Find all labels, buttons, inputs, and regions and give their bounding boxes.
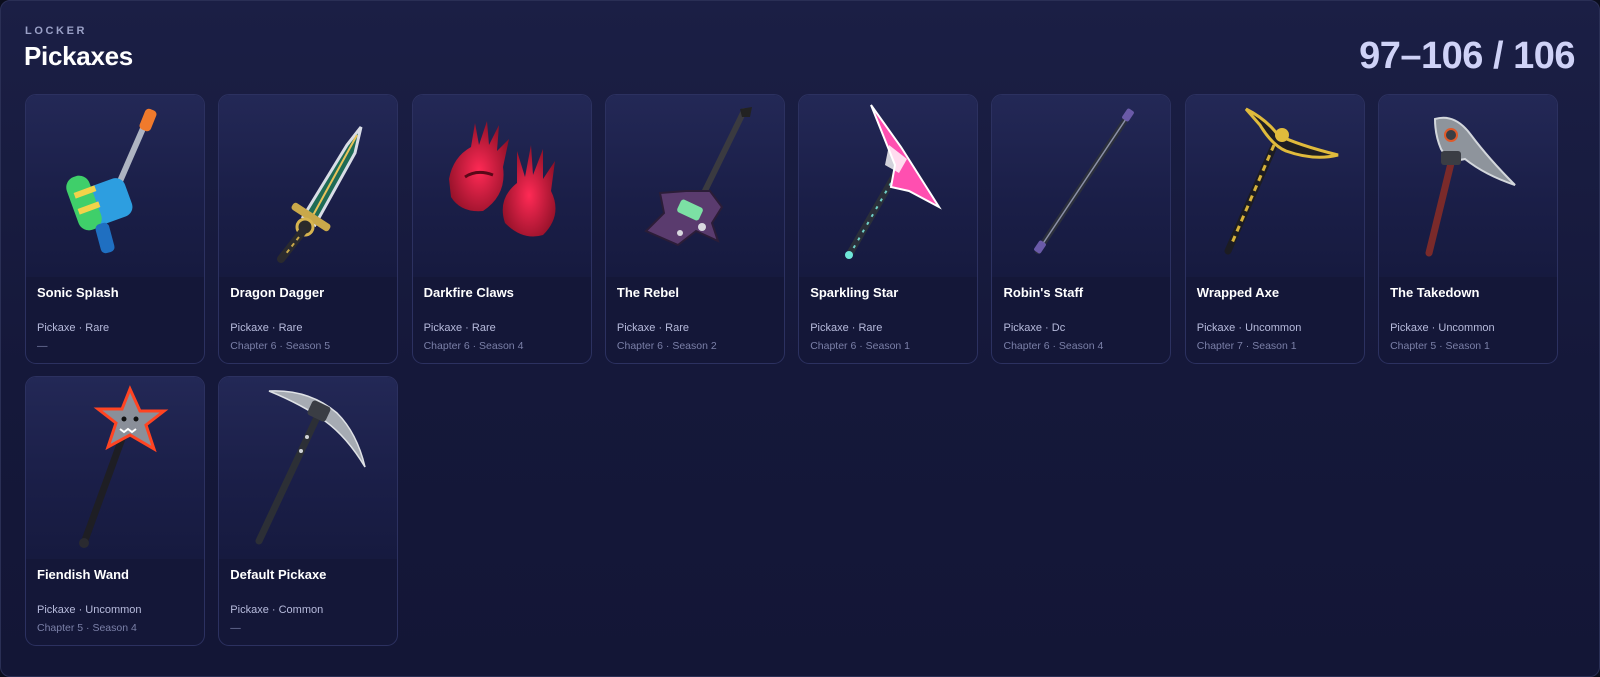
- item-season: Chapter 6 · Season 4: [423, 340, 524, 352]
- wrapped-axe-icon: [1224, 107, 1339, 255]
- item-name: Sonic Splash: [37, 285, 119, 300]
- claws-icon: [448, 121, 556, 237]
- item-name: Sparkling Star: [810, 285, 899, 300]
- item-art: [412, 95, 591, 277]
- item-card[interactable]: Default Pickaxe Pickaxe · Common —: [218, 376, 399, 646]
- item-art: [1185, 95, 1364, 277]
- item-type-rarity: Pickaxe · Common: [230, 604, 324, 616]
- staff-icon: [1034, 108, 1135, 254]
- item-art: [992, 95, 1171, 277]
- item-type-rarity: Pickaxe · Uncommon: [1390, 322, 1495, 334]
- item-art: [26, 95, 204, 277]
- item-name: Dragon Dagger: [230, 285, 325, 300]
- item-name: Robin's Staff: [1003, 285, 1084, 300]
- item-art: [799, 95, 978, 277]
- page-title: Pickaxes: [24, 41, 133, 71]
- item-name: Darkfire Claws: [423, 285, 514, 300]
- item-season: Chapter 7 · Season 1: [1196, 340, 1297, 352]
- item-art: [605, 95, 784, 277]
- item-card[interactable]: The Takedown Pickaxe · Uncommon Chapter …: [1378, 94, 1559, 364]
- item-season: Chapter 5 · Season 1: [1390, 340, 1490, 352]
- item-card[interactable]: Dragon Dagger Pickaxe · Rare Chapter 6 ·…: [218, 94, 399, 364]
- guitar-icon: [644, 107, 752, 247]
- item-card[interactable]: Sparkling Star Pickaxe · Rare Chapter 6 …: [798, 94, 979, 364]
- item-art: [219, 95, 398, 277]
- item-season: Chapter 6 · Season 2: [616, 340, 717, 352]
- item-art: [1379, 95, 1558, 277]
- item-type-rarity: Pickaxe · Rare: [230, 322, 303, 334]
- pickaxe-icon: [255, 390, 367, 545]
- hatchet-icon: [1425, 116, 1516, 257]
- item-type-rarity: Pickaxe · Uncommon: [1196, 322, 1302, 334]
- item-season: Chapter 6 · Season 5: [230, 340, 331, 352]
- item-type-rarity: Pickaxe · Uncommon: [37, 604, 142, 616]
- item-season: —: [230, 622, 241, 634]
- item-card[interactable]: The Rebel Pickaxe · Rare Chapter 6 · Sea…: [604, 94, 785, 364]
- item-type-rarity: Pickaxe · Rare: [616, 322, 690, 334]
- item-card[interactable]: Fiendish Wand Pickaxe · Uncommon Chapter…: [25, 376, 205, 646]
- star-axe-icon: [845, 104, 943, 259]
- item-type-rarity: Pickaxe · Rare: [423, 322, 496, 334]
- item-season: Chapter 5 · Season 4: [37, 622, 137, 634]
- item-name: Fiendish Wand: [37, 567, 129, 582]
- item-name: Default Pickaxe: [230, 567, 327, 582]
- locker-panel: LOCKER Pickaxes 97–106 / 106 Sonic Splas…: [0, 0, 1600, 677]
- item-art: [219, 377, 398, 559]
- item-name: The Rebel: [616, 285, 680, 300]
- item-name: Wrapped Axe: [1196, 285, 1280, 300]
- item-type-rarity: Pickaxe · Rare: [37, 322, 110, 334]
- item-grid: Sonic Splash Pickaxe · Rare — Dragon Dag…: [25, 94, 1559, 646]
- dagger-icon: [277, 126, 363, 263]
- item-card[interactable]: Robin's Staff Pickaxe · Dc Chapter 6 · S…: [991, 94, 1172, 364]
- item-range-counter: 97–106 / 106: [1359, 35, 1575, 77]
- item-card[interactable]: Sonic Splash Pickaxe · Rare —: [25, 94, 205, 364]
- item-type-rarity: Pickaxe · Dc: [1003, 322, 1066, 334]
- section-eyebrow: LOCKER: [25, 25, 88, 37]
- item-season: —: [37, 340, 48, 352]
- item-name: The Takedown: [1390, 285, 1480, 300]
- item-art: [26, 377, 204, 559]
- star-wand-icon: [79, 385, 169, 548]
- item-card[interactable]: Wrapped Axe Pickaxe · Uncommon Chapter 7…: [1184, 94, 1365, 364]
- item-card[interactable]: Darkfire Claws Pickaxe · Rare Chapter 6 …: [411, 94, 592, 364]
- item-type-rarity: Pickaxe · Rare: [810, 322, 883, 334]
- water-blaster-icon: [66, 108, 157, 254]
- item-season: Chapter 6 · Season 4: [1003, 340, 1104, 352]
- item-season: Chapter 6 · Season 1: [810, 340, 910, 352]
